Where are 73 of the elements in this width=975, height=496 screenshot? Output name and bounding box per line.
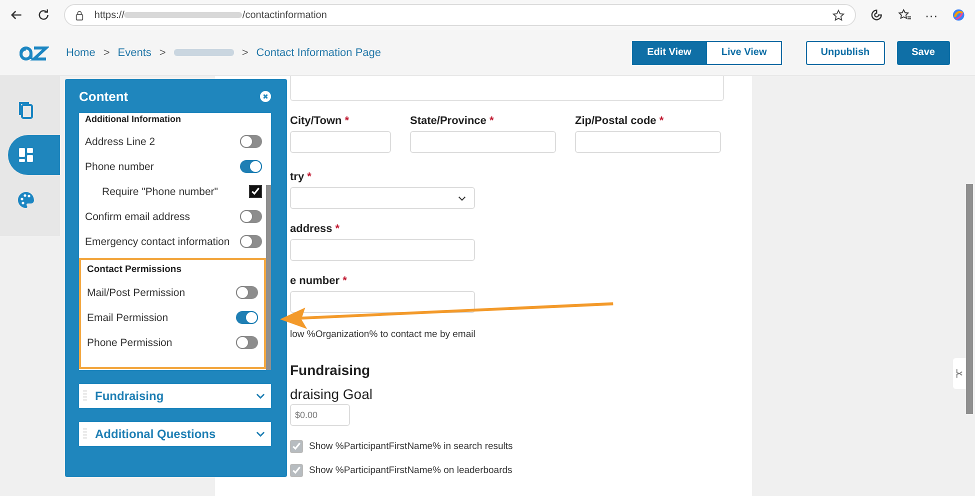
layout-icon [16,145,36,165]
subsection-heading: draising Goal [290,386,374,402]
checkbox[interactable] [290,464,303,476]
collapse-icon [956,368,963,379]
view-tab[interactable]: Edit View [632,40,706,64]
input-field[interactable] [410,131,556,153]
sidebar-tab[interactable] [8,135,60,175]
breadcrumb-separator: > [159,46,166,58]
consent-text: low %Organization% to contact me by email [290,329,476,340]
panel-title: Content [79,88,128,104]
section-heading: Fundraising [290,362,372,378]
collapse-tab[interactable] [953,358,966,389]
field-label: try * [290,171,312,185]
az-logo[interactable] [19,44,49,60]
field-label: address * [290,223,341,237]
setting-label: Confirm email address [85,210,190,222]
setting-label: Require "Phone number" [102,186,218,198]
scrollbar-thumb[interactable] [266,185,271,370]
toggle-switch[interactable] [236,286,258,299]
toggle-switch[interactable] [240,235,262,248]
more-menu[interactable]: ··· [924,8,938,22]
breadcrumb-separator: > [103,46,110,58]
breadcrumb-separator: > [242,46,248,58]
accordion-header[interactable]: Fundraising [79,384,271,408]
copilot-icon[interactable] [952,8,966,22]
refresh-icon[interactable] [37,8,50,22]
section-title: Additional Information [85,113,182,126]
setting-label: Phone number [85,160,154,172]
chevron-down-icon [458,196,466,200]
field-label: City/Town * [290,115,350,129]
lock-icon [75,10,84,20]
setting-label: Email Permission [87,312,168,324]
breadcrumb-link[interactable]: Events [118,46,152,58]
input-field[interactable] [290,131,391,153]
accordion-header[interactable]: Additional Questions [79,422,271,446]
setting-label: Phone Permission [87,336,172,348]
toggle-switch[interactable] [240,135,262,148]
extension-icon[interactable] [870,8,884,22]
goal-input[interactable]: $0.00 [290,404,350,426]
field-label: Zip/Postal code * [575,115,665,129]
field-label: State/Province * [410,115,495,129]
toggle-switch[interactable] [240,160,262,173]
toggle-switch[interactable] [236,311,258,324]
setting-label: Emergency contact information [85,236,230,248]
checkbox[interactable] [290,440,303,452]
chevron-icon [256,431,265,437]
address-bar[interactable]: https:// /contactinformation [64,4,856,26]
checkbox[interactable] [249,185,262,198]
group-title: Contact Permissions [87,263,182,277]
close-icon[interactable] [260,90,271,102]
star-icon[interactable] [832,8,846,22]
setting-label: Address Line 2 [85,136,156,148]
breadcrumb-link[interactable]: Contact Information Page [256,46,382,58]
unpublish-button[interactable]: Unpublish [806,40,885,64]
chevron-icon [256,393,265,399]
input-field[interactable] [290,239,475,261]
field-label: e number * [290,275,348,289]
checkbox-label: Show %ParticipantFirstName% on leaderboards [309,464,512,476]
view-tab[interactable]: Live View [706,40,782,64]
copy-icon [16,100,36,120]
favorites-icon[interactable] [898,8,911,22]
toggle-switch[interactable] [240,210,262,223]
scrollbar-thumb[interactable] [966,184,973,414]
checkbox-label: Show %ParticipantFirstName% in search results [309,440,513,452]
save-button[interactable]: Save [896,40,950,64]
back-icon[interactable] [10,8,24,22]
palette-icon [16,190,36,210]
setting-label: Mail/Post Permission [87,286,186,298]
breadcrumb-link[interactable]: Home [66,46,96,58]
input-field[interactable] [575,131,721,153]
toggle-switch[interactable] [236,336,258,349]
input-field[interactable] [290,76,724,101]
input-field[interactable] [290,291,475,313]
